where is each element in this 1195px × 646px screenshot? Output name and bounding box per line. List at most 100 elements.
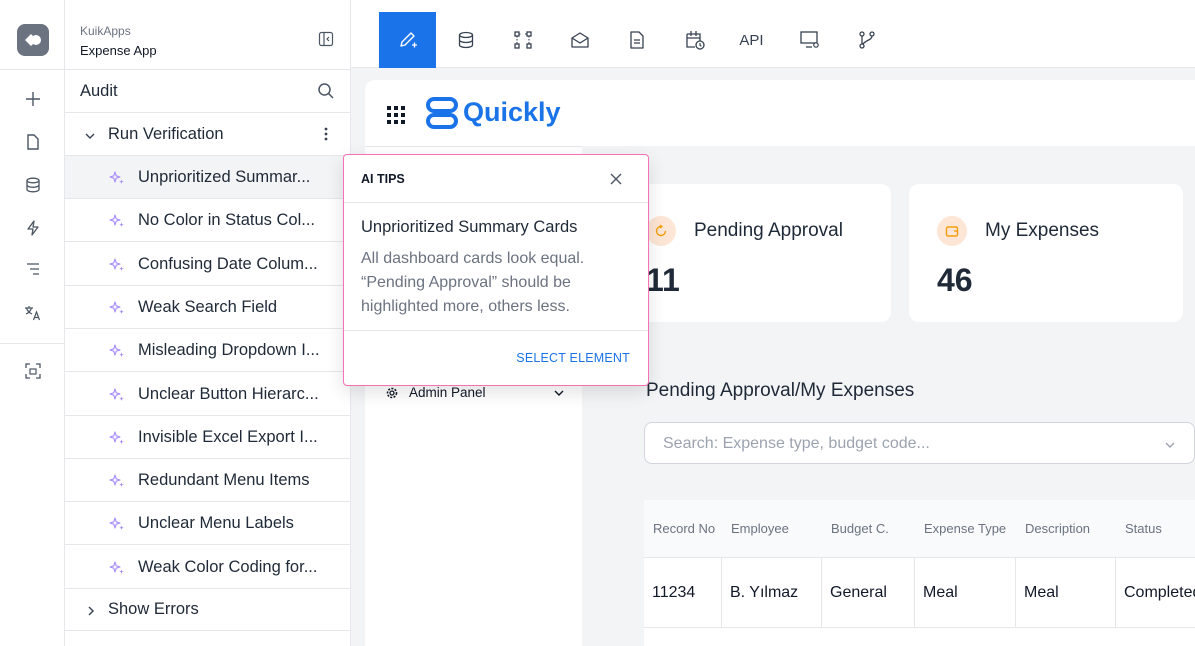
table-cell: Meal [1016,558,1116,628]
database-icon[interactable] [22,174,44,196]
toolbar-design-button[interactable] [379,12,436,68]
table-cell: 11234 [644,558,722,628]
card-title: Pending Approval [694,220,843,241]
column-header[interactable]: Record No [653,521,715,536]
column-header[interactable]: Employee [731,521,789,536]
list-icon[interactable] [22,258,44,280]
audit-section-row: Audit [65,70,351,113]
builder-toolbar: API [351,0,1195,68]
toolbar-api-button[interactable]: API [723,12,780,68]
admin-panel-label: Admin Panel [409,385,486,400]
column-header[interactable]: Status [1125,521,1162,536]
app-logo-icon[interactable] [17,24,49,56]
column-header[interactable]: Description [1025,521,1090,536]
search-placeholder: Search: Expense type, budget code... [663,435,930,452]
ai-tips-header: AI TIPS [344,155,648,203]
ai-tips-heading: Unprioritized Summary Cards [361,218,578,236]
menu-item-admin-panel[interactable]: Admin Panel [385,383,570,403]
show-errors-label: Show Errors [108,600,199,618]
chevron-down-icon[interactable] [1164,438,1176,450]
audit-section-label: Audit [80,82,118,100]
show-errors-row[interactable]: Show Errors [65,588,351,631]
table-row[interactable]: 11234 B. Yılmaz General Meal Meal Completed [644,558,1195,628]
close-icon[interactable] [608,171,624,187]
audit-item[interactable]: Invisible Excel Export I... [65,416,351,459]
run-verification-label: Run Verification [108,125,224,143]
chevron-down-icon[interactable] [553,387,565,399]
chevron-right-icon[interactable] [85,603,97,616]
toolbar-document-button[interactable] [608,12,665,68]
audit-item[interactable]: Redundant Menu Items [65,459,351,503]
column-header[interactable]: Expense Type [924,521,1006,536]
sparkle-icon [109,170,125,186]
toolbar-branch-button[interactable] [838,12,895,68]
sparkle-icon [109,213,125,229]
quickly-brand: Quickly [463,97,561,127]
table-cell: Meal [915,558,1016,628]
apps-grid-icon[interactable] [387,106,405,124]
document-icon [629,31,644,49]
section-title: Pending Approval/My Expenses [646,380,915,401]
search-icon[interactable] [317,82,335,100]
brand-name: KuikApps [80,24,131,38]
table-cell: Completed [1124,584,1195,601]
translate-icon[interactable] [22,302,44,324]
pen-plus-icon [399,32,417,48]
audit-item[interactable]: Misleading Dropdown I... [65,329,351,373]
audit-item-label: Confusing Date Colum... [138,254,318,273]
audit-item-label: Redundant Menu Items [138,471,310,490]
sparkle-icon [109,343,125,359]
table-cell: B. Yılmaz [722,558,822,628]
table-cell: General [822,558,915,628]
card-pending-approval[interactable]: Pending Approval 11 [618,184,891,322]
sparkle-icon [109,387,125,403]
card-my-expenses[interactable]: My Expenses 46 [909,184,1183,322]
toolbar-database-button[interactable] [437,12,494,68]
audit-item[interactable]: Unclear Button Hierarc... [65,373,351,416]
audit-item-label: No Color in Status Col... [138,211,315,230]
ai-tips-body: All dashboard cards look equal. “Pending… [361,250,585,315]
database-icon [458,31,473,49]
audit-item[interactable]: Confusing Date Colum... [65,243,351,286]
sparkle-icon [109,560,125,576]
screenshot-icon[interactable] [22,360,44,382]
sparkle-icon [109,257,125,273]
git-branch-icon [858,31,875,49]
audit-item-label: Weak Search Field [138,297,278,316]
card-title: My Expenses [985,220,1100,241]
api-label: API [739,31,764,49]
column-header[interactable]: Budget C. [831,521,889,536]
toolbar-calendar-button[interactable] [666,12,723,68]
audit-item-label: Invisible Excel Export I... [138,427,318,446]
select-element-button[interactable]: SELECT ELEMENT [516,351,630,365]
plus-icon[interactable] [22,88,44,110]
sparkle-icon [109,430,125,446]
audit-item[interactable]: Unprioritized Summar... [65,156,351,199]
rail-divider [0,343,65,344]
audit-item[interactable]: Weak Color Coding for... [65,546,351,589]
more-vertical-icon[interactable] [323,125,329,143]
audit-item[interactable]: No Color in Status Col... [65,199,351,243]
audit-item[interactable]: Weak Search Field [65,286,351,329]
app-name: Expense App [80,43,157,58]
sparkle-icon [109,300,125,316]
sidebar-collapse-icon[interactable] [318,31,334,47]
audit-item-label: Misleading Dropdown I... [138,341,320,360]
toolbar-mail-button[interactable] [551,12,608,68]
expense-search-input[interactable]: Search: Expense type, budget code... [644,422,1195,464]
calendar-clock-icon [685,31,705,50]
chevron-down-icon[interactable] [84,128,96,140]
rail-divider [0,69,65,70]
toolbar-monitor-button[interactable] [781,12,838,68]
bolt-icon[interactable] [22,217,44,239]
monitor-settings-icon [799,31,819,48]
audit-item[interactable]: Unclear Menu Labels [65,502,351,546]
run-verification-row[interactable]: Run Verification [65,113,351,156]
toolbar-workflow-button[interactable] [494,12,551,68]
audit-item-label: Unclear Button Hierarc... [138,384,319,403]
audit-header: KuikApps Expense App [65,0,351,70]
file-icon[interactable] [22,131,44,153]
wallet-icon [937,216,967,246]
ai-tips-divider [344,330,648,331]
quickly-logo-icon [425,96,461,130]
